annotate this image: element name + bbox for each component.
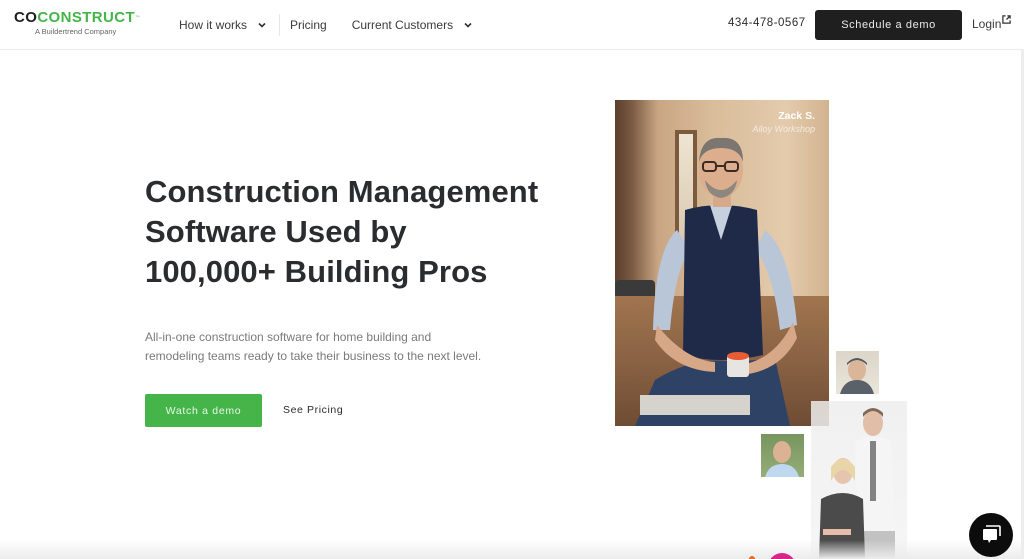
chevron-down-icon — [258, 22, 266, 28]
customer-thumbnail — [761, 434, 804, 477]
nav-divider — [279, 14, 281, 36]
hero-subtitle: All-in-one construction software for hom… — [145, 328, 505, 366]
logo-tagline: A Buildertrend Company — [35, 27, 117, 36]
customer-portrait — [819, 408, 895, 559]
login-link[interactable]: Login — [972, 15, 1012, 31]
testimonial-name: Zack S. — [778, 110, 815, 122]
hero-title-line: Software Used by — [145, 214, 407, 249]
nav-pricing[interactable]: Pricing — [290, 18, 327, 32]
nav-label: How it works — [179, 18, 248, 32]
hero-title-line: Construction Management — [145, 174, 539, 209]
hero-subtitle-line: remodeling teams ready to take their bus… — [145, 349, 482, 363]
customer-portrait — [840, 358, 874, 394]
chat-bubble-icon — [983, 525, 1001, 543]
nav-label: Current Customers — [351, 18, 454, 32]
nav-current-customers[interactable]: Current Customers — [352, 18, 473, 32]
logo-co: CO — [14, 9, 38, 26]
hero-subtitle-line: All-in-one construction software for hom… — [145, 330, 432, 344]
logo-construct: CONSTRUCT — [37, 9, 136, 26]
site-header: COCONSTRUCT™ A Buildertrend Company How … — [0, 0, 1024, 50]
phone-number[interactable]: 434-478-0567 — [728, 17, 806, 29]
hero-title-line: 100,000+ Building Pros — [145, 254, 488, 289]
chat-button[interactable] — [969, 513, 1013, 557]
nav-label: Pricing — [290, 18, 327, 32]
chevron-down-icon — [464, 22, 472, 28]
schedule-demo-button[interactable]: Schedule a demo — [815, 10, 962, 40]
nav-how-it-works[interactable]: How it works — [179, 18, 267, 32]
customer-portrait — [765, 441, 799, 477]
hero-title: Construction Management Software Used by… — [145, 172, 585, 292]
main-nav: How it works Pricing Current Customers — [179, 0, 473, 50]
person-illustration — [635, 137, 797, 426]
watch-demo-button[interactable]: Watch a demo — [145, 394, 262, 427]
login-label: Login — [972, 17, 1002, 31]
logo-wordmark: COCONSTRUCT™ — [14, 10, 154, 26]
section-divider-shadow — [0, 540, 1024, 559]
page: COCONSTRUCT™ A Buildertrend Company How … — [0, 0, 1024, 559]
logo-trademark: ™ — [135, 15, 141, 21]
testimonial-company: Alloy Workshop — [752, 124, 815, 134]
see-pricing-link[interactable]: See Pricing — [283, 404, 343, 416]
customer-thumbnail — [836, 351, 879, 394]
customer-photo-couple — [811, 401, 907, 559]
coconstruct-logo[interactable]: COCONSTRUCT™ A Buildertrend Company — [14, 10, 154, 37]
testimonial-photo: Zack S. Alloy Workshop — [615, 100, 829, 426]
external-link-icon — [1002, 15, 1012, 24]
